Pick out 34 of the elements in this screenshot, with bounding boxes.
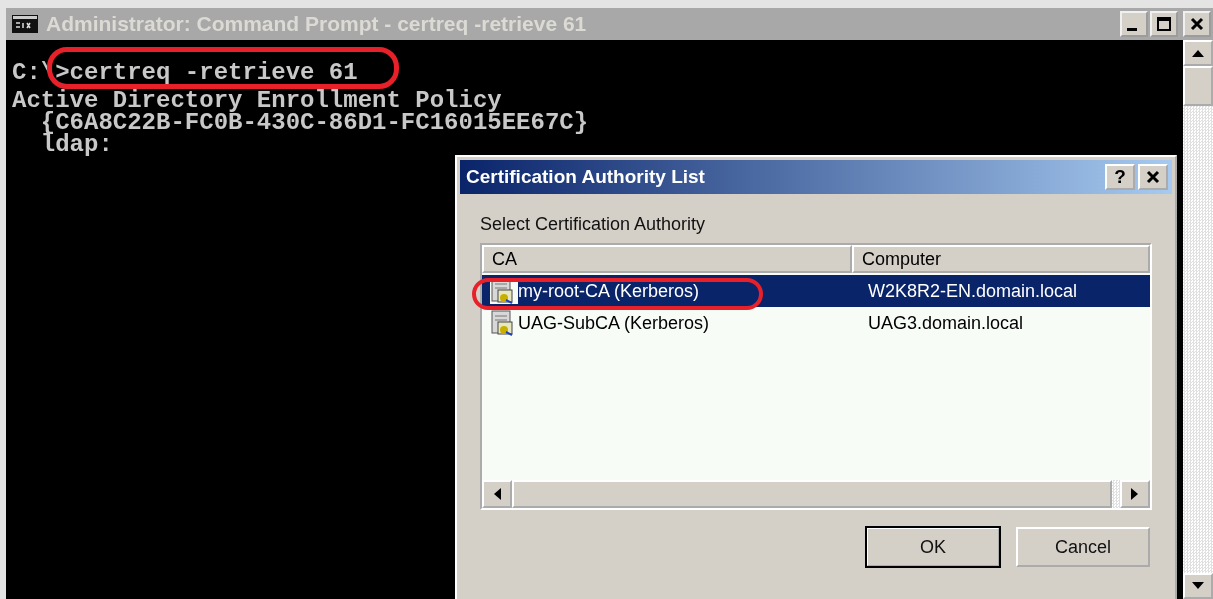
console-icon (12, 15, 38, 33)
close-button[interactable] (1183, 11, 1211, 37)
dialog-button[interactable]: Cancel (1016, 527, 1150, 567)
minimize-icon (1127, 27, 1137, 31)
close-icon (1145, 169, 1161, 185)
ca-name: UAG-SubCA (Kerberos) (518, 312, 710, 334)
dialog-button[interactable]: OK (866, 527, 1000, 567)
list-row[interactable]: my-root-CA (Kerberos) W2K8R2-EN.domain.local (482, 275, 1150, 307)
dialog-title: Certification Authority List (466, 166, 706, 188)
list-label: Select Certification Authority (480, 214, 707, 235)
up-arrow-icon (1191, 49, 1205, 57)
column-header[interactable]: CA (482, 245, 852, 273)
computer-name: UAG3.domain.local (868, 312, 1024, 334)
down-arrow-icon (1191, 582, 1205, 590)
column-header[interactable]: Computer (852, 245, 1150, 273)
scroll-down-button[interactable] (1183, 573, 1213, 599)
left-arrow-icon (493, 487, 501, 501)
console-line: ldap: (39, 134, 113, 156)
maximize-icon (1156, 16, 1172, 32)
scroll-right-button[interactable] (1120, 480, 1150, 508)
console-line: Active Directory Enrollment Policy (12, 90, 502, 112)
computer-name: W2K8R2-EN.domain.local (868, 280, 1078, 302)
scroll-up-button[interactable] (1183, 40, 1213, 66)
minimize-button[interactable] (1120, 11, 1148, 37)
console-line: {C6A8C22B-FC0B-430C-86D1-FC16015EE67C} (39, 112, 589, 134)
help-button[interactable]: ? (1105, 164, 1135, 190)
ca-name: my-root-CA (Kerberos) (518, 280, 700, 302)
vertical-scrollbar[interactable] (1181, 40, 1213, 599)
right-arrow-icon (1131, 487, 1139, 501)
maximize-button[interactable] (1150, 11, 1178, 37)
list-row[interactable]: UAG-SubCA (Kerberos) UAG3.domain.local (482, 307, 1150, 339)
close-icon (1189, 16, 1205, 32)
scroll-left-button[interactable] (482, 480, 512, 508)
scroll-thumb[interactable] (1183, 66, 1213, 106)
